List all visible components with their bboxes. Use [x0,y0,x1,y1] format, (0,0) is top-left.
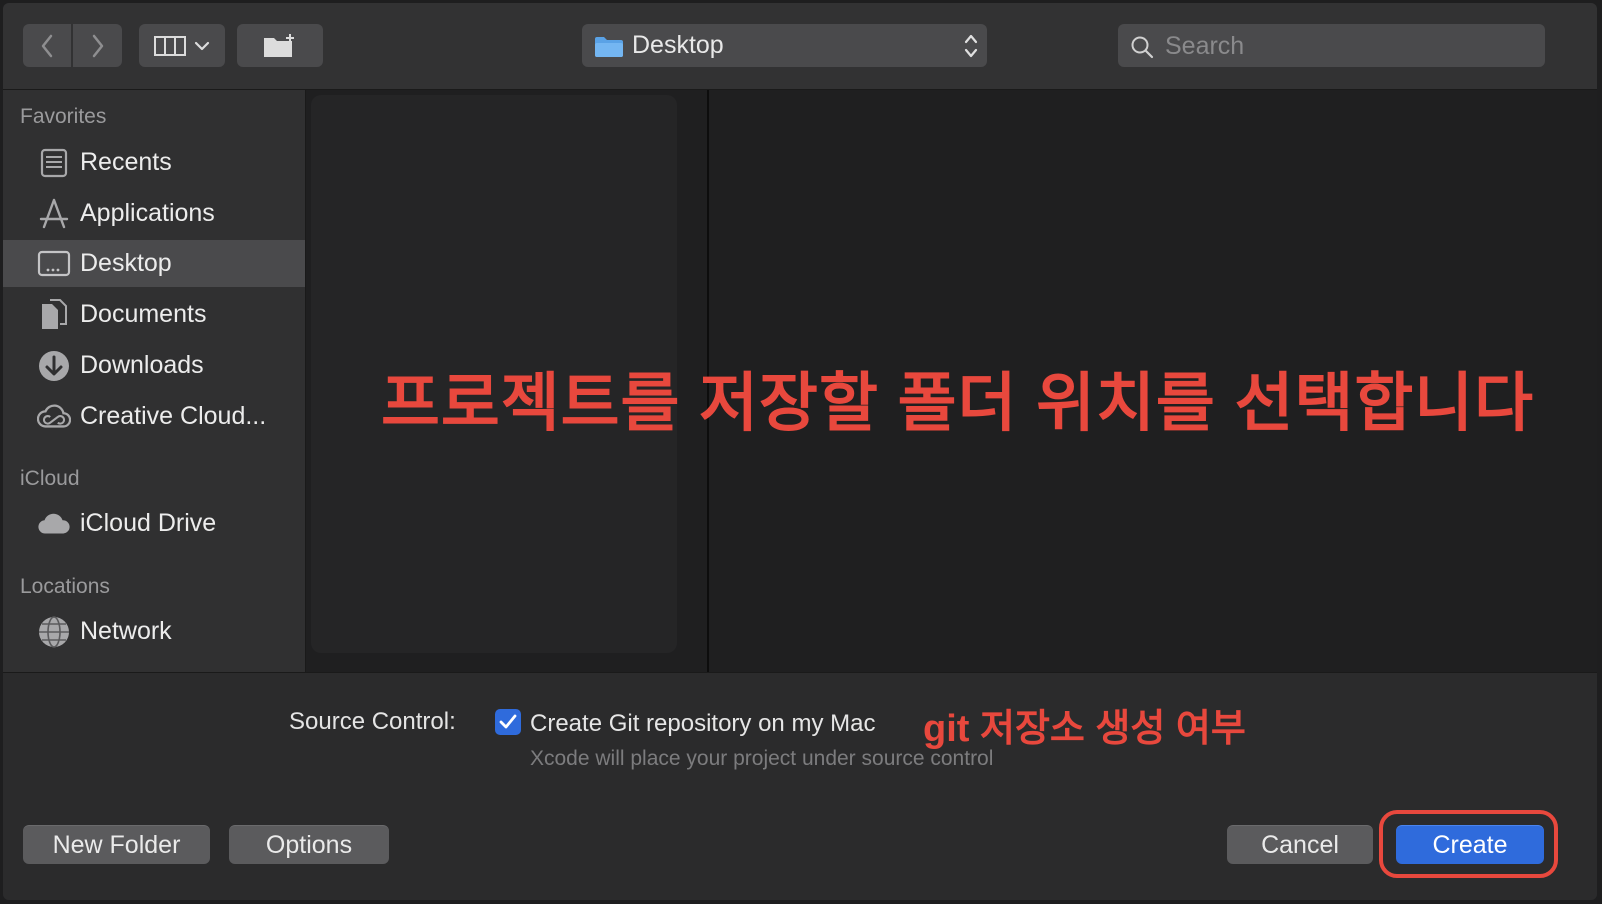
sidebar-item-documents[interactable]: Documents [3,291,305,338]
sidebar-item-label: Creative Cloud... [80,402,267,430]
sidebar-item-applications[interactable]: Applications [3,190,305,237]
documents-icon [37,298,71,332]
source-control-description: Xcode will place your project under sour… [530,747,994,770]
toolbar: Desktop [3,3,1597,90]
search-field[interactable] [1118,24,1545,67]
sidebar-item-desktop[interactable]: Desktop [3,240,305,287]
options-button[interactable]: Options [229,825,389,864]
icloud-icon [37,507,71,541]
chevron-right-icon [92,34,103,57]
sidebar-section-favorites: Favorites [20,105,107,128]
location-label: Desktop [632,31,724,59]
cancel-button[interactable]: Cancel [1227,825,1373,864]
create-button[interactable]: Create [1396,825,1544,864]
save-dialog: Desktop Favorites Recents Applications [3,3,1597,900]
sidebar-section-locations: Locations [20,575,110,598]
sidebar-item-label: Documents [80,300,207,328]
sidebar-item-downloads[interactable]: Downloads [3,342,305,389]
source-control-options: Source Control: Create Git repository on… [3,672,1597,801]
sidebar: Favorites Recents Applications Desktop D… [3,90,306,672]
search-input[interactable] [1163,30,1537,62]
search-icon [1131,36,1154,59]
folder-location-annotation: 프로젝트를 저장할 폴더 위치를 선택합니다 [381,367,1534,439]
desktop-icon [37,247,71,281]
network-icon [37,615,71,649]
sidebar-section-icloud: iCloud [20,467,80,490]
sidebar-item-icloud-drive[interactable]: iCloud Drive [3,500,305,547]
checkmark-icon [499,714,517,729]
git-annotation: git 저장소 생성 여부 [923,708,1246,750]
creative-cloud-icon [37,400,71,434]
forward-button[interactable] [73,24,122,67]
chevron-left-icon [41,34,53,57]
sidebar-item-creative-cloud[interactable]: Creative Cloud... [3,393,305,440]
location-popup[interactable]: Desktop [582,24,987,67]
file-browser[interactable]: 프로젝트를 저장할 폴더 위치를 선택합니다 [306,90,1597,672]
sidebar-item-label: Network [80,617,172,645]
sidebar-item-label: Applications [80,199,215,227]
view-mode-button[interactable] [139,24,225,67]
applications-icon [37,197,71,231]
recents-icon [37,146,71,180]
columns-view-icon [154,35,186,56]
updown-chevron-icon [964,34,978,58]
sidebar-item-network[interactable]: Network [3,608,305,655]
new-folder-toolbar-button[interactable] [237,24,323,67]
git-repo-checkbox-label[interactable]: Create Git repository on my Mac [530,710,875,738]
folder-icon [595,37,623,57]
sidebar-item-label: iCloud Drive [80,509,217,537]
back-button[interactable] [23,24,71,67]
chevron-down-icon [194,41,210,50]
sidebar-item-label: Recents [80,148,172,176]
sidebar-item-label: Downloads [80,351,204,379]
git-repo-checkbox[interactable] [495,709,521,735]
sidebar-item-recents[interactable]: Recents [3,139,305,186]
downloads-icon [37,349,71,383]
new-folder-icon [264,33,294,57]
bottom-bar: New Folder Options Cancel Create [3,800,1597,900]
sidebar-item-label: Desktop [80,249,172,277]
new-folder-button[interactable]: New Folder [23,825,210,864]
source-control-label: Source Control: [289,708,456,735]
